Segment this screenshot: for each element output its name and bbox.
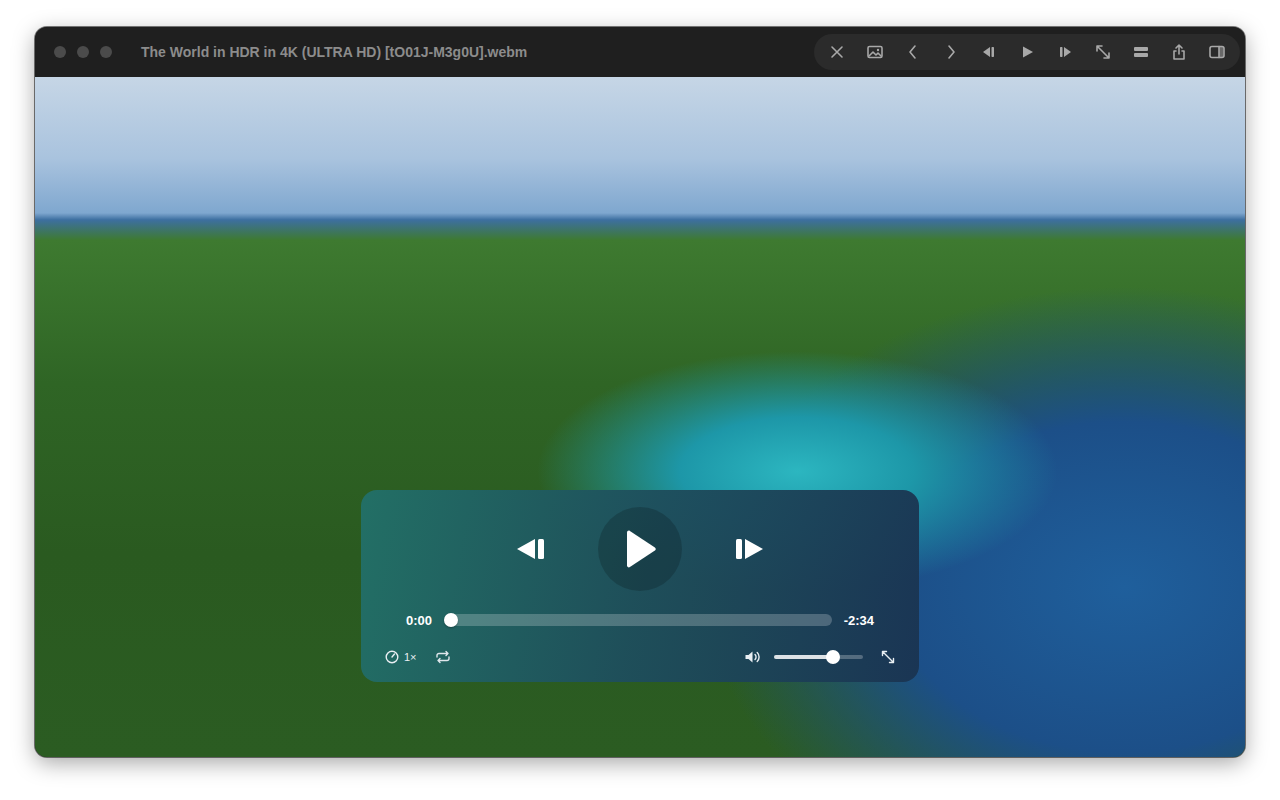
speaker-icon — [744, 650, 762, 664]
scrubber[interactable] — [444, 614, 832, 626]
scrubber-knob[interactable] — [444, 613, 458, 627]
step-forward-icon — [1056, 43, 1074, 61]
image-icon — [866, 43, 884, 61]
toolbar — [814, 34, 1240, 70]
chevron-right-button[interactable] — [934, 38, 968, 66]
title-bar: The World in HDR in 4K (ULTRA HD) [tO01J… — [35, 27, 1245, 77]
window-controls — [54, 46, 112, 58]
play-icon — [623, 530, 657, 568]
volume-fill — [774, 655, 833, 659]
window-title: The World in HDR in 4K (ULTRA HD) [tO01J… — [141, 44, 814, 60]
speed-label: 1× — [404, 651, 417, 663]
resize-icon — [1094, 43, 1112, 61]
play-button[interactable] — [1010, 38, 1044, 66]
loop-button[interactable] — [435, 650, 451, 664]
skip-back-button[interactable] — [514, 531, 550, 567]
step-forward-button[interactable] — [1048, 38, 1082, 66]
speedometer-icon — [385, 650, 399, 664]
transport-row — [385, 507, 895, 591]
chevron-right-icon — [942, 43, 960, 61]
play-button[interactable] — [598, 507, 682, 591]
share-icon — [1170, 43, 1188, 61]
skip-back-icon — [515, 536, 549, 562]
speed-button[interactable]: 1× — [385, 650, 417, 664]
close-button[interactable] — [820, 38, 854, 66]
step-back-button[interactable] — [972, 38, 1006, 66]
skip-forward-icon — [731, 536, 765, 562]
fullscreen-button[interactable] — [881, 650, 895, 664]
remaining-time: -2:34 — [844, 613, 874, 628]
volume-knob[interactable] — [826, 650, 840, 664]
options-row: 1× — [385, 647, 895, 667]
volume-slider[interactable] — [774, 655, 863, 659]
timeline-row: 0:00 -2:34 — [385, 610, 895, 630]
sidebar-button[interactable] — [1200, 38, 1234, 66]
chevron-left-icon — [904, 43, 922, 61]
loop-icon — [435, 650, 451, 664]
step-back-icon — [980, 43, 998, 61]
play-icon — [1018, 43, 1036, 61]
minimize-button[interactable] — [77, 46, 89, 58]
video-frame: 0:00 -2:34 1× — [35, 77, 1245, 757]
volume-control — [744, 650, 863, 664]
chevron-left-button[interactable] — [896, 38, 930, 66]
skip-forward-button[interactable] — [730, 531, 766, 567]
playback-controls: 0:00 -2:34 1× — [361, 490, 919, 682]
layout-icon — [1132, 43, 1150, 61]
share-button[interactable] — [1162, 38, 1196, 66]
player-window: The World in HDR in 4K (ULTRA HD) [tO01J… — [35, 27, 1245, 757]
close-icon — [828, 43, 846, 61]
image-button[interactable] — [858, 38, 892, 66]
close-button[interactable] — [54, 46, 66, 58]
resize-button[interactable] — [1086, 38, 1120, 66]
layout-button[interactable] — [1124, 38, 1158, 66]
zoom-button[interactable] — [100, 46, 112, 58]
elapsed-time: 0:00 — [406, 613, 432, 628]
fullscreen-icon — [881, 650, 895, 664]
sidebar-icon — [1208, 43, 1226, 61]
